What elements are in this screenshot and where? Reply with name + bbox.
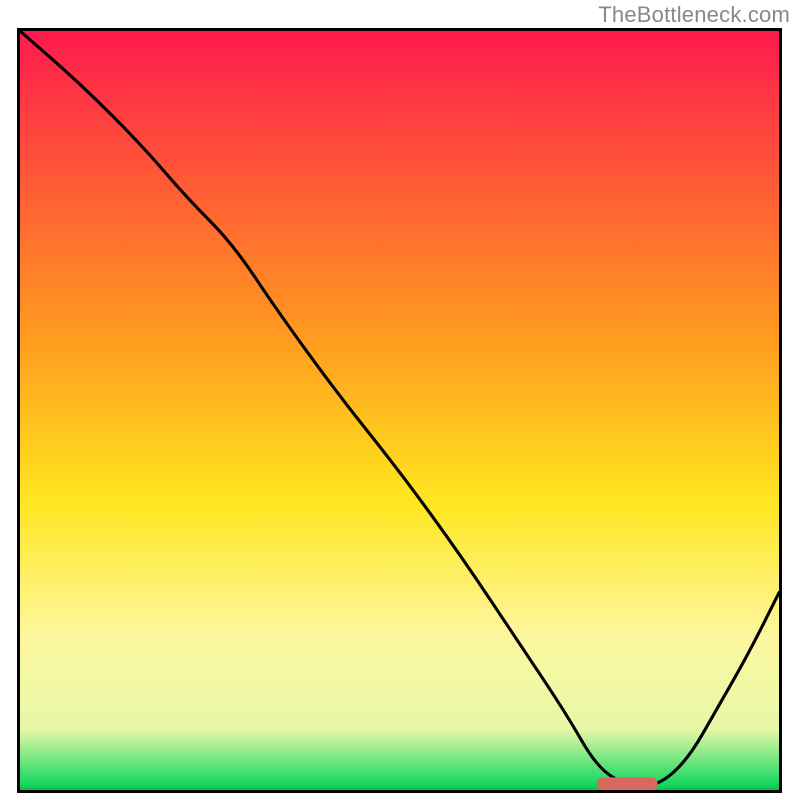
chart-plot-area	[20, 31, 779, 790]
chart-svg	[20, 31, 779, 790]
chart-frame	[17, 28, 782, 793]
optimal-marker	[597, 777, 658, 790]
watermark-text: TheBottleneck.com	[598, 2, 790, 28]
gradient-background	[20, 31, 779, 790]
